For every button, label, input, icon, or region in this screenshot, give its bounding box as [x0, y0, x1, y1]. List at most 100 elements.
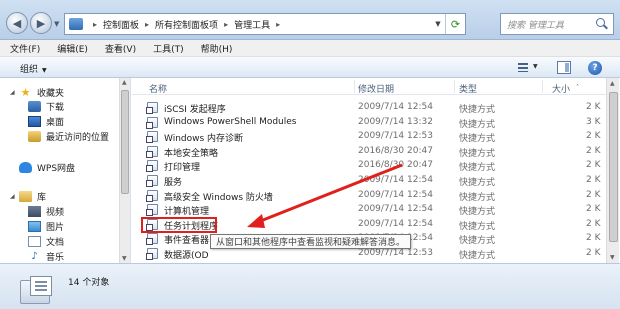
nav-favorites-label: 收藏夹 — [37, 89, 65, 99]
column-type-header[interactable]: 类型 — [459, 82, 477, 95]
scroll-down-icon[interactable]: ▼ — [122, 255, 127, 262]
crumb-separator-icon[interactable]: ▸ — [93, 20, 97, 29]
shortcut-icon — [146, 116, 158, 129]
file-type: 快捷方式 — [459, 134, 496, 145]
crumb-separator-icon[interactable]: ▸ — [145, 20, 149, 29]
file-size: 2 K — [586, 102, 601, 112]
nav-videos[interactable]: 视频 — [28, 205, 64, 218]
nav-recent[interactable]: 最近访问的位置 — [28, 130, 109, 143]
file-date: 2009/7/14 13:32 — [358, 116, 433, 127]
help-icon[interactable]: ? — [588, 61, 602, 75]
shortcut-icon — [146, 248, 158, 260]
file-list-scrollbar[interactable]: ▲ ▼ — [606, 78, 619, 263]
file-size: 2 K — [586, 175, 601, 185]
column-size-header[interactable]: 大小 — [552, 82, 570, 95]
nav-pictures-label: 图片 — [46, 223, 65, 233]
file-name: 事件查看器 — [164, 236, 210, 247]
address-dropdown-icon[interactable]: ▼ — [431, 14, 445, 34]
nav-wps[interactable]: WPS网盘 — [10, 161, 75, 174]
organize-label: 组织 — [20, 65, 39, 75]
search-input[interactable]: 搜索 管理工具 — [501, 18, 595, 31]
nav-pictures[interactable]: 图片 — [28, 220, 64, 233]
forward-button[interactable]: ▶ — [30, 12, 52, 34]
shortcut-icon — [146, 102, 158, 114]
nav-recent-label: 最近访问的位置 — [46, 133, 110, 143]
crumb-control-panel[interactable]: 控制面板 — [103, 18, 139, 31]
nav-documents[interactable]: 文档 — [28, 235, 64, 248]
scroll-down-icon[interactable]: ▼ — [610, 254, 615, 261]
address-bar[interactable]: ▸ 控制面板 ▸ 所有控制面板项 ▸ 管理工具 ▸ ▼ ⟳ — [64, 13, 466, 35]
search-icon[interactable] — [595, 17, 609, 31]
picture-icon — [28, 221, 41, 232]
file-size: 3 K — [586, 116, 601, 127]
file-name: 高级安全 Windows 防火墙 — [164, 192, 273, 203]
file-row[interactable]: Windows PowerShell Modules 2009/7/14 13:3… — [132, 115, 602, 130]
nav-desktop-label: 桌面 — [46, 118, 65, 128]
file-row[interactable]: 服务 2009/7/14 12:54 快捷方式 2 K — [132, 173, 602, 188]
change-view-icon[interactable] — [517, 61, 531, 74]
nav-music[interactable]: ♪ 音乐 — [28, 250, 64, 263]
file-row[interactable]: iSCSI 发起程序 2009/7/14 12:54 快捷方式 2 K — [132, 100, 602, 115]
nav-scroll-thumb[interactable] — [121, 90, 129, 194]
nav-libraries[interactable]: ◢ 库 — [10, 190, 46, 203]
back-button[interactable]: ◀ — [6, 12, 28, 34]
organize-button[interactable]: 组织 ▼ — [20, 62, 47, 75]
star-icon: ★ — [20, 86, 31, 99]
expand-triangle-icon[interactable]: ◢ — [10, 89, 16, 96]
command-toolbar: 组织 ▼ ▼ ? — [0, 57, 620, 78]
file-size: 2 K — [586, 145, 601, 156]
file-row[interactable]: Windows 内存诊断 2009/7/14 12:53 快捷方式 2 K — [132, 129, 602, 145]
menu-bar: 文件(F) 编辑(E) 查看(V) 工具(T) 帮助(H) — [0, 40, 620, 57]
item-count: 14 个对象 — [68, 278, 110, 288]
menu-file[interactable]: 文件(F) — [10, 42, 40, 55]
nav-videos-label: 视频 — [46, 208, 65, 218]
search-box[interactable]: 搜索 管理工具 — [500, 13, 614, 35]
file-size: 2 K — [586, 204, 601, 215]
preview-pane-icon[interactable] — [557, 61, 571, 74]
file-name: 打印管理 — [164, 163, 201, 174]
file-row[interactable]: 打印管理 2016/8/30 20:47 快捷方式 2 K — [132, 158, 602, 174]
recent-pages-dropdown[interactable]: ▼ — [54, 20, 59, 28]
menu-view[interactable]: 查看(V) — [105, 42, 136, 55]
file-date: 2009/7/14 12:54 — [358, 102, 433, 112]
file-date: 2009/7/14 12:54 — [358, 204, 433, 215]
crumb-separator-icon[interactable]: ▸ — [276, 20, 280, 29]
scroll-up-icon[interactable]: ▲ — [610, 80, 615, 87]
nav-downloads[interactable]: 下载 — [28, 100, 64, 113]
file-row[interactable]: 计算机管理 2009/7/14 12:54 快捷方式 2 K — [132, 202, 602, 218]
file-type: 快捷方式 — [459, 105, 496, 115]
file-size: 2 K — [586, 189, 601, 200]
file-name: Windows PowerShell Modules — [164, 116, 297, 127]
file-row[interactable]: 高级安全 Windows 防火墙 2009/7/14 12:54 快捷方式 2 K — [132, 188, 602, 203]
column-date-header[interactable]: 修改日期 — [358, 82, 394, 95]
cloud-icon — [19, 162, 32, 173]
nav-music-label: 音乐 — [46, 253, 65, 263]
file-name: 计算机管理 — [164, 207, 210, 218]
control-panel-icon — [69, 18, 83, 30]
nav-desktop[interactable]: 桌面 — [28, 115, 64, 128]
file-date: 2009/7/14 12:53 — [358, 131, 433, 142]
crumb-separator-icon[interactable]: ▸ — [224, 20, 228, 29]
menu-tools[interactable]: 工具(T) — [153, 42, 184, 55]
downloads-folder-icon — [28, 101, 41, 112]
nav-favorites[interactable]: ◢ ★ 收藏夹 — [10, 86, 64, 99]
file-row[interactable]: 本地安全策略 2016/8/30 20:47 快捷方式 2 K — [132, 144, 602, 159]
nav-scrollbar[interactable]: ▲ ▼ — [119, 78, 130, 263]
scroll-up-icon[interactable]: ▲ — [122, 79, 127, 86]
refresh-icon[interactable]: ⟳ — [445, 14, 465, 34]
shortcut-icon — [146, 131, 158, 144]
view-dropdown-icon[interactable]: ▼ — [533, 63, 538, 70]
file-scroll-thumb[interactable] — [609, 92, 618, 242]
menu-help[interactable]: 帮助(H) — [201, 42, 233, 55]
file-date: 2009/7/14 12:54 — [358, 189, 433, 200]
crumb-admin-tools[interactable]: 管理工具 — [234, 18, 270, 31]
file-date: 2009/7/14 12:54 — [358, 175, 433, 185]
menu-edit[interactable]: 编辑(E) — [57, 42, 88, 55]
file-type: 快捷方式 — [459, 119, 496, 130]
shortcut-icon — [146, 160, 158, 173]
tooltip: 从窗口和其他程序中查看监视和疑难解答消息。 — [210, 234, 412, 249]
column-name-header[interactable]: 名称 — [149, 82, 167, 95]
crumb-all-items[interactable]: 所有控制面板项 — [155, 18, 218, 31]
column-header-row: 名称 修改日期 类型 大小 ˄ — [132, 78, 620, 95]
expand-triangle-icon[interactable]: ◢ — [10, 193, 16, 200]
